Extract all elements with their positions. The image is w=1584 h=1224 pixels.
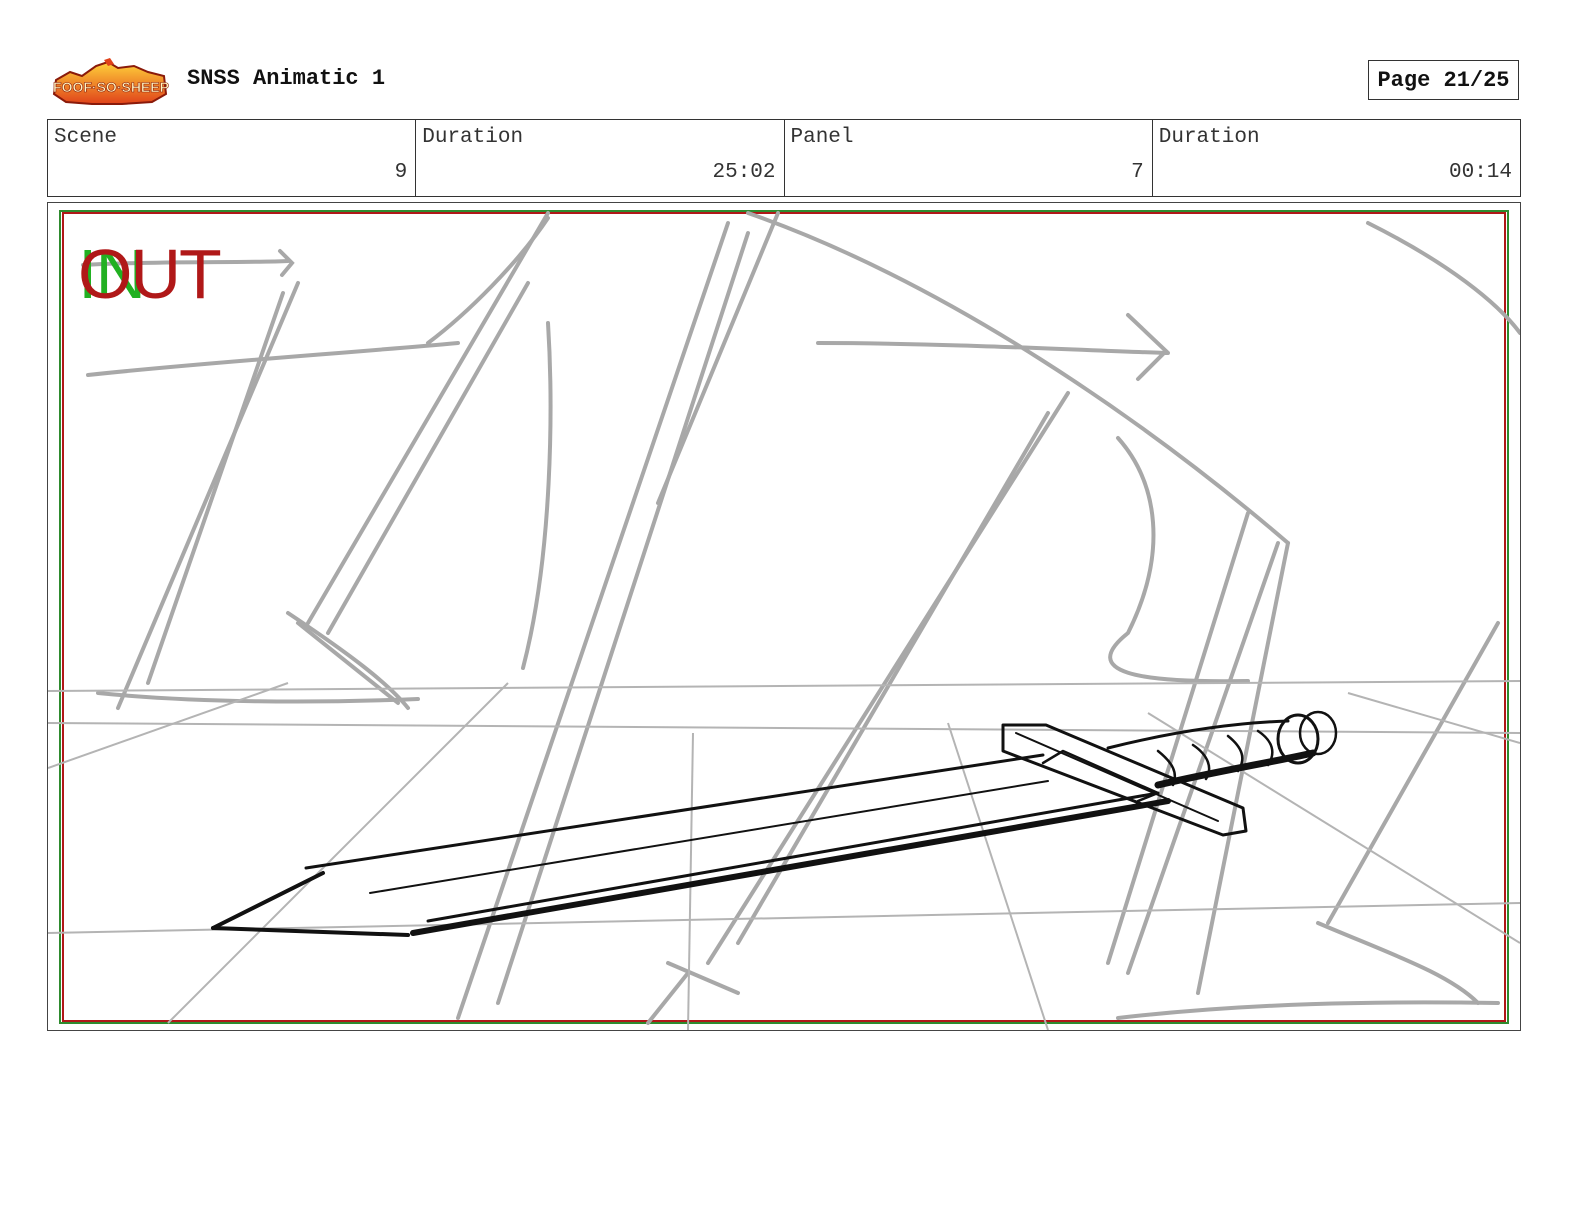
shot-info-table: Scene 9 Duration 25:02 Panel 7 Duration … xyxy=(47,119,1521,197)
frame-inner xyxy=(62,212,1506,1022)
panel-drawing xyxy=(48,210,1520,1030)
scene-cell: Scene 9 xyxy=(48,120,417,196)
svg-text:FOOF·SO·SHEEP: FOOF·SO·SHEEP xyxy=(53,79,169,95)
sword-sketch xyxy=(211,710,1338,937)
out-label: OUT xyxy=(78,235,222,313)
in-out-marker: IN OUT xyxy=(78,239,238,309)
scene-duration-cell: Duration 25:02 xyxy=(416,120,785,196)
panel-label: Panel xyxy=(790,126,854,149)
scene-duration-value: 25:02 xyxy=(712,161,776,184)
panel-duration-value: 00:14 xyxy=(1448,161,1512,184)
scene-duration-label: Duration xyxy=(422,126,524,149)
scene-label: Scene xyxy=(54,126,118,149)
panel-duration-cell: Duration 00:14 xyxy=(1153,120,1520,196)
rough-sketch-lines xyxy=(81,211,1520,1025)
panel-cell: Panel 7 xyxy=(785,120,1153,196)
scene-value: 9 xyxy=(394,161,408,184)
studio-logo: FOOF·SO·SHEEP xyxy=(53,58,169,105)
page-number: Page 21/25 xyxy=(1368,60,1519,100)
panel-duration-label: Duration xyxy=(1158,126,1260,149)
document-title: SNSS Animatic 1 xyxy=(187,66,386,91)
panel-value: 7 xyxy=(1131,161,1144,184)
storyboard-panel: IN OUT xyxy=(47,202,1521,1031)
